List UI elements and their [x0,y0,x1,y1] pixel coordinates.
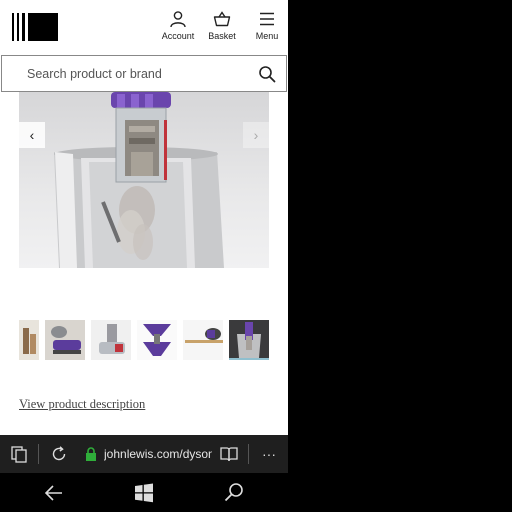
basket-label: Basket [208,31,236,41]
hamburger-menu-icon [260,12,274,26]
more-button[interactable]: ··· [256,435,282,473]
view-product-description-link[interactable]: View product description [19,397,145,412]
account-button[interactable]: Account [158,10,198,46]
refresh-button[interactable] [46,435,72,473]
search-bar [1,55,287,92]
windows-start-icon[interactable] [132,481,156,505]
thumbnail-5[interactable] [183,320,223,360]
web-viewport: Account Basket Menu Search product or br… [0,0,288,435]
thumbnail-2[interactable] [45,320,85,360]
search-icon[interactable] [258,65,276,83]
thumbnail-1[interactable] [19,320,39,360]
thumbnail-4[interactable] [137,320,177,360]
tabs-button[interactable] [6,435,32,473]
tabs-icon [11,446,27,463]
next-image-button[interactable]: › [243,122,269,148]
book-icon [220,447,238,462]
site-header: Account Basket Menu [0,0,288,54]
vacuum-bin-illustration [54,92,224,268]
system-nav-bar [0,473,512,512]
main-product-image[interactable] [19,92,269,268]
basket-button[interactable]: Basket [204,10,240,46]
search-icon[interactable] [222,481,246,505]
lock-icon [86,447,96,461]
account-label: Account [161,31,195,41]
secure-lock [82,435,100,473]
basket-icon [213,11,231,27]
refresh-icon [52,446,66,461]
thumbnail-3[interactable] [91,320,131,360]
reading-view-button[interactable] [216,435,242,473]
toolbar-divider [38,444,39,464]
account-icon [170,11,186,28]
thumbnail-strip [19,320,271,362]
back-arrow-icon[interactable] [42,481,66,505]
menu-button[interactable]: Menu [250,10,284,46]
thumbnail-6-selected[interactable] [229,320,269,360]
john-lewis-logo[interactable] [12,13,58,41]
toolbar-divider [248,444,249,464]
address-bar[interactable]: johnlewis.com/dyson [104,447,212,461]
browser-toolbar: johnlewis.com/dyson ··· [0,435,288,473]
previous-image-button[interactable]: ‹ [19,122,45,148]
menu-label: Menu [255,31,279,41]
search-input[interactable] [27,64,247,84]
